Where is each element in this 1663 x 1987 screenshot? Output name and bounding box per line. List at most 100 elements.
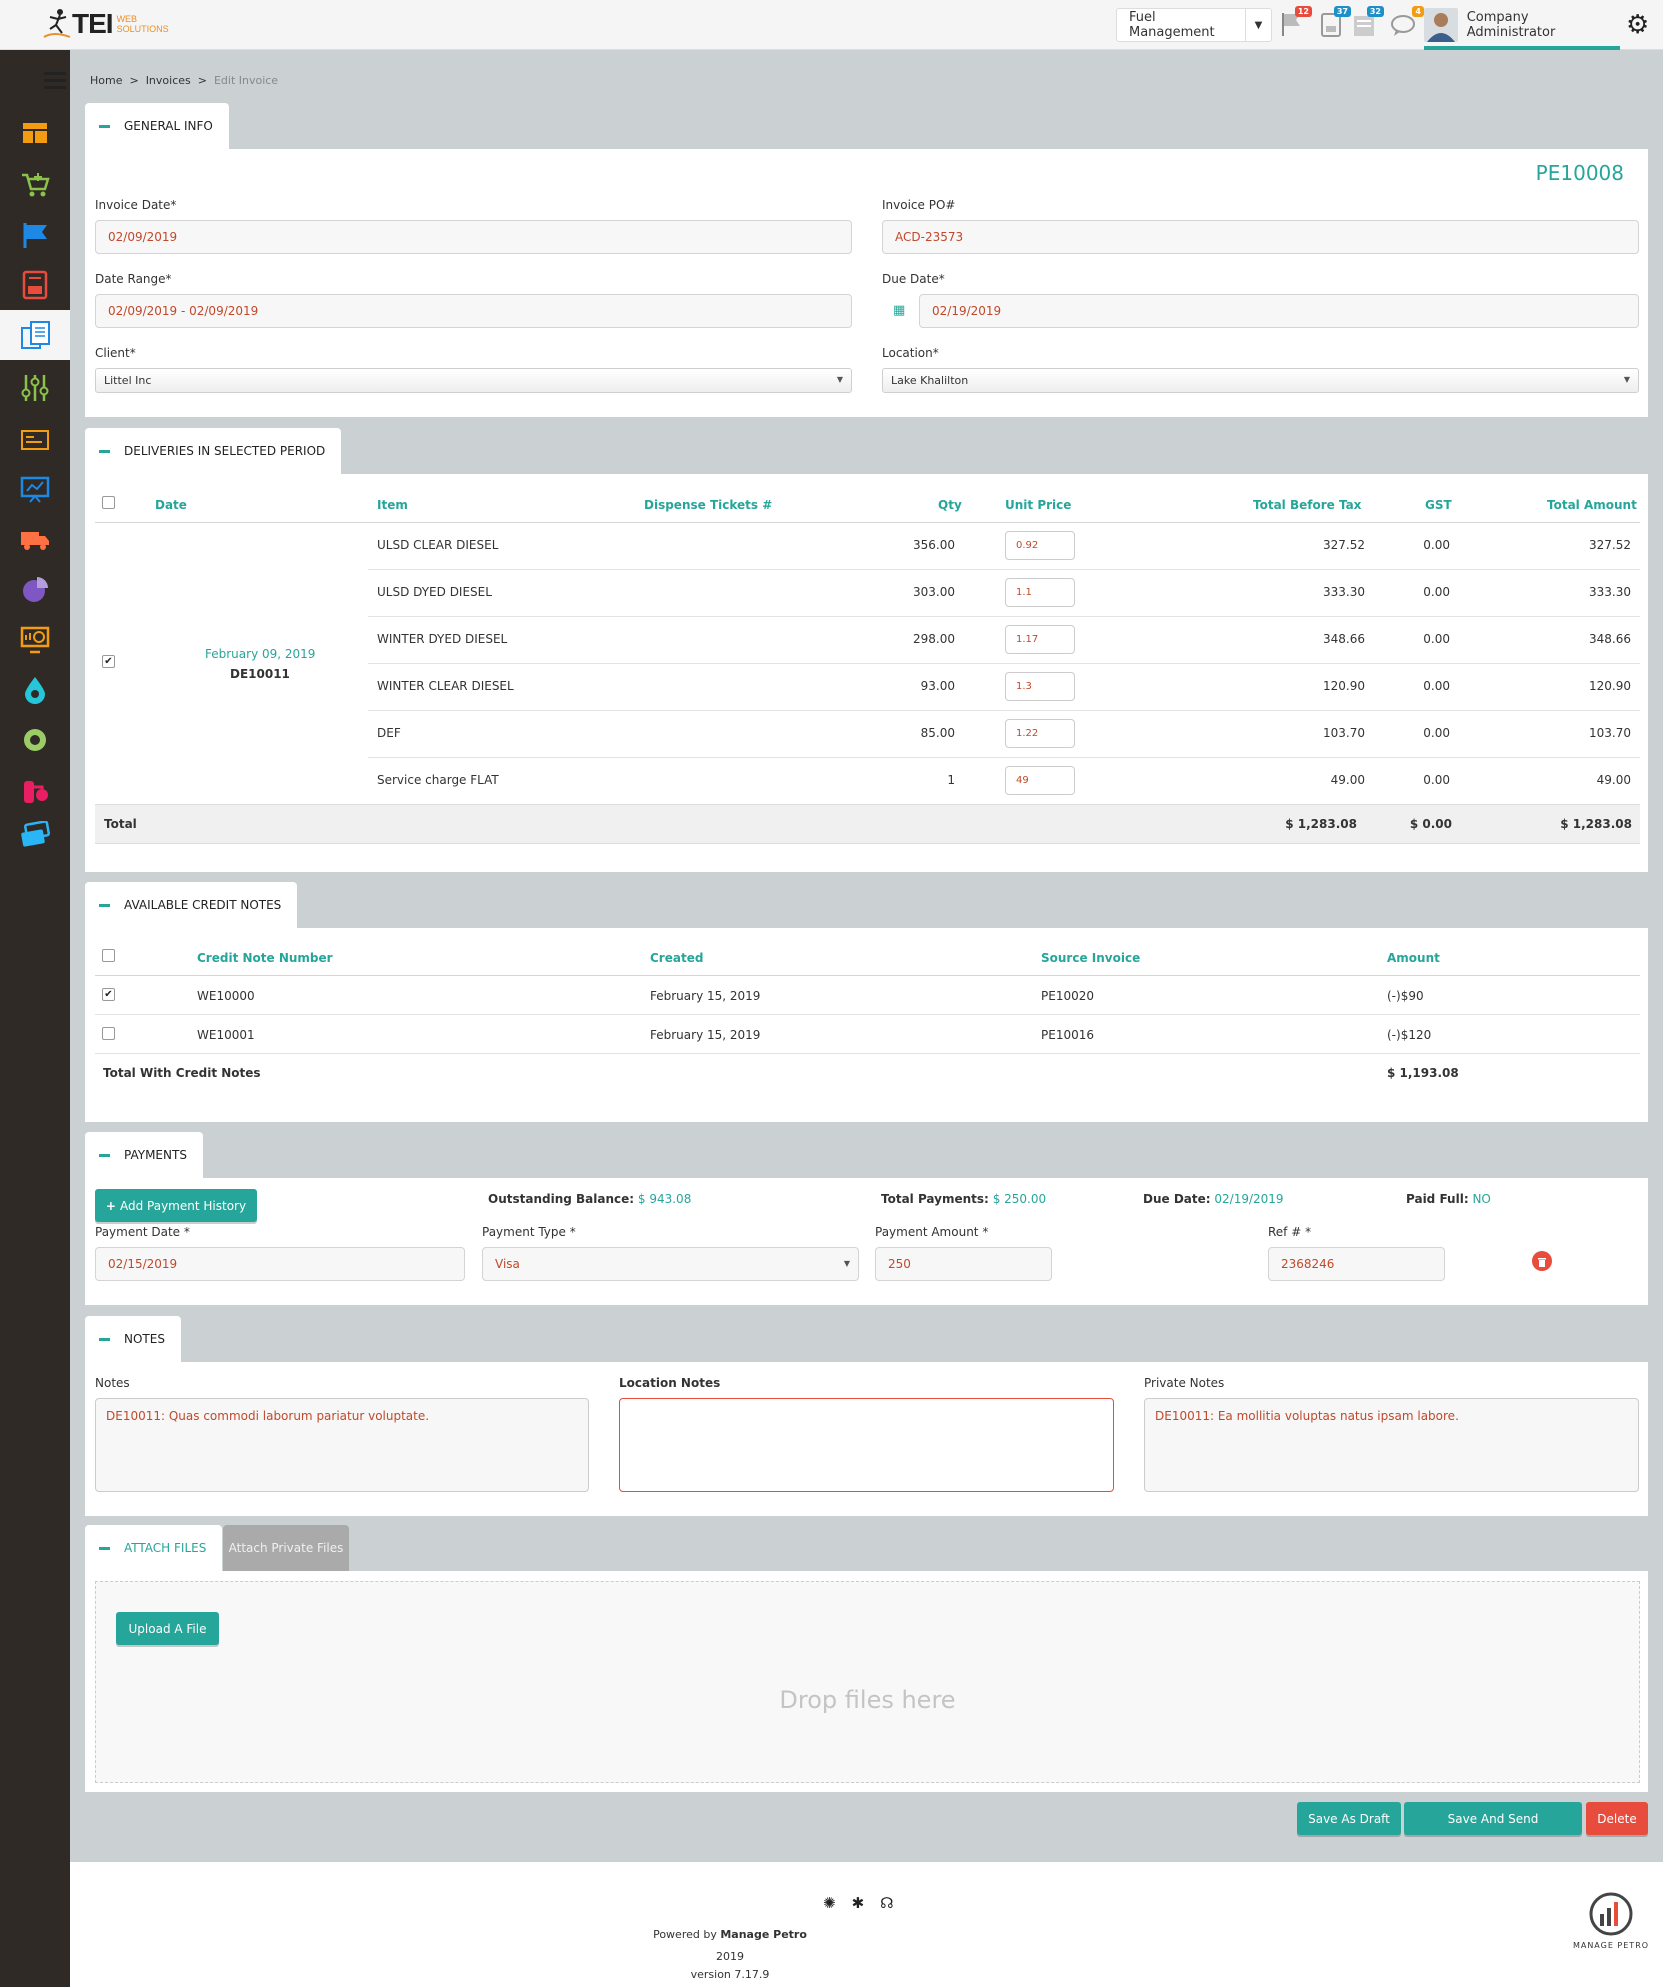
date-range-field[interactable]: 02/09/2019 - 02/09/2019: [95, 294, 852, 328]
unit-price-input[interactable]: 1.3: [1005, 672, 1075, 701]
delete-button[interactable]: Delete: [1586, 1802, 1648, 1835]
sidebar-item-presentation[interactable]: [0, 465, 70, 515]
menu-toggle-icon[interactable]: [44, 72, 66, 93]
collapse-icon[interactable]: [99, 1337, 110, 1341]
col-date[interactable]: Date: [155, 498, 187, 512]
col-unit-price[interactable]: Unit Price: [1005, 498, 1071, 512]
upload-file-button[interactable]: Upload A File: [116, 1612, 219, 1645]
item-name: DEF: [377, 726, 401, 740]
sidebar-item-reports[interactable]: [0, 260, 70, 310]
sidebar-item-payments[interactable]: [0, 810, 70, 860]
tab-credit-notes[interactable]: AVAILABLE CREDIT NOTES: [85, 882, 298, 928]
collapse-icon[interactable]: [99, 1153, 110, 1157]
credit-number[interactable]: WE10001: [197, 1028, 255, 1042]
credit-checkbox[interactable]: [102, 1027, 115, 1040]
invoice-date-field[interactable]: 02/09/2019: [95, 220, 852, 254]
col-item[interactable]: Item: [377, 498, 408, 512]
collapse-icon[interactable]: [99, 124, 110, 128]
col-tickets[interactable]: Dispense Tickets #: [644, 498, 772, 512]
collapse-icon[interactable]: [99, 1546, 110, 1550]
col-gst[interactable]: GST: [1425, 498, 1452, 512]
col-qty[interactable]: Qty: [938, 498, 962, 512]
chat-notification-icon[interactable]: 4: [1390, 6, 1424, 40]
logo-text: TEI: [72, 8, 114, 39]
select-all-checkbox[interactable]: [102, 496, 115, 509]
sidebar-item-config[interactable]: [0, 715, 70, 765]
notes-textarea[interactable]: DE10011: Quas commodi laborum pariatur v…: [95, 1398, 589, 1492]
sidebar-item-cheques[interactable]: [0, 415, 70, 465]
footer-brand[interactable]: Manage Petro: [720, 1928, 807, 1941]
credit-created: February 15, 2019: [650, 1028, 761, 1042]
brand-logo[interactable]: TEI WEB SOLUTIONS: [42, 6, 181, 42]
deliveries-panel: Date Item Dispense Tickets # Qty Unit Pr…: [85, 474, 1648, 872]
location-notes-textarea[interactable]: [619, 1398, 1114, 1492]
delivery-row: Service charge FLAT 1 49 49.00 0.00 49.00: [85, 758, 1648, 805]
tank-icon: [24, 781, 48, 803]
unit-price-input[interactable]: 1.22: [1005, 719, 1075, 748]
tab-attach-private-files[interactable]: Attach Private Files: [223, 1525, 349, 1571]
calendar-icon[interactable]: ▦: [893, 303, 905, 318]
invoice-notification-icon[interactable]: 32: [1350, 6, 1384, 40]
due-date-field[interactable]: 02/19/2019: [919, 294, 1639, 328]
save-send-button[interactable]: Save And Send: [1404, 1802, 1582, 1835]
bug-icon[interactable]: ✱: [852, 1894, 865, 1912]
sidebar-item-delivery[interactable]: [0, 515, 70, 565]
payment-amount-field[interactable]: 250: [875, 1247, 1052, 1281]
tab-payments[interactable]: PAYMENTS: [85, 1132, 203, 1178]
sidebar-item-tanks[interactable]: [0, 765, 70, 815]
col-amount[interactable]: Amount: [1387, 951, 1440, 965]
sidebar-item-settings[interactable]: [0, 363, 70, 413]
add-payment-button[interactable]: + Add Payment History: [95, 1189, 257, 1222]
user-menu[interactable]: Company Administrator: [1424, 4, 1620, 50]
headset-icon[interactable]: ☊: [880, 1894, 893, 1912]
unit-price-input[interactable]: 0.92: [1005, 531, 1075, 560]
tab-attach-files[interactable]: ATTACH FILES: [85, 1525, 223, 1571]
col-total-amount[interactable]: Total Amount: [1547, 498, 1637, 512]
printer-notification-icon[interactable]: 37: [1317, 6, 1351, 40]
ref-field[interactable]: 2368246: [1268, 1247, 1445, 1281]
sidebar-item-flags[interactable]: [0, 210, 70, 260]
payment-type-select[interactable]: Visa ▼: [482, 1247, 859, 1281]
sidebar-item-monitor[interactable]: [0, 615, 70, 665]
sidebar-item-fuel[interactable]: [0, 665, 70, 715]
caret-down-icon: ▼: [843, 1259, 850, 1268]
sidebar-item-invoices[interactable]: [0, 310, 70, 360]
breadcrumb-invoices[interactable]: Invoices: [146, 74, 191, 87]
collapse-icon[interactable]: [99, 449, 110, 453]
sidebar-item-analytics[interactable]: [0, 565, 70, 615]
sidebar-item-dashboard[interactable]: [0, 108, 70, 158]
collapse-icon[interactable]: [99, 903, 110, 907]
col-source-invoice[interactable]: Source Invoice: [1041, 951, 1140, 965]
lightbulb-icon[interactable]: ✺: [823, 1894, 836, 1912]
sidebar-item-orders[interactable]: [0, 160, 70, 210]
gear-icon[interactable]: ⚙: [1626, 12, 1649, 38]
col-credit-number[interactable]: Credit Note Number: [197, 951, 333, 965]
delete-payment-button[interactable]: [1532, 1251, 1552, 1271]
unit-price-input[interactable]: 1.1: [1005, 578, 1075, 607]
tab-deliveries[interactable]: DELIVERIES IN SELECTED PERIOD: [85, 428, 342, 474]
module-label: Fuel Management: [1129, 10, 1215, 40]
col-created[interactable]: Created: [650, 951, 703, 965]
logo-subtitle: WEB SOLUTIONS: [116, 14, 169, 34]
unit-price-input[interactable]: 1.17: [1005, 625, 1075, 654]
unit-price-input[interactable]: 49: [1005, 766, 1075, 795]
breadcrumb-current: Edit Invoice: [213, 74, 279, 87]
location-select[interactable]: Lake Khalilton ▼: [882, 368, 1639, 393]
save-draft-button[interactable]: Save As Draft: [1297, 1802, 1401, 1835]
tab-general-info[interactable]: GENERAL INFO: [85, 103, 229, 149]
module-dropdown[interactable]: Fuel Management ▼: [1116, 8, 1272, 42]
breadcrumb-home[interactable]: Home: [90, 74, 122, 87]
drop-zone[interactable]: Upload A File Drop files here: [95, 1581, 1640, 1783]
flag-notification-icon[interactable]: 12: [1278, 6, 1312, 40]
col-before-tax[interactable]: Total Before Tax: [1253, 498, 1361, 512]
paid-full: Paid Full: NO: [1406, 1192, 1491, 1206]
credit-checkbox[interactable]: ✔: [102, 988, 115, 1001]
credit-number[interactable]: WE10000: [197, 989, 255, 1003]
select-all-credit-checkbox[interactable]: [102, 949, 115, 962]
item-before-tax: 348.66: [1323, 632, 1365, 646]
payment-date-field[interactable]: 02/15/2019: [95, 1247, 465, 1281]
private-notes-textarea[interactable]: DE10011: Ea mollitia voluptas natus ipsa…: [1144, 1398, 1639, 1492]
invoice-po-field[interactable]: ACD-23573: [882, 220, 1639, 254]
client-select[interactable]: Littel Inc ▼: [95, 368, 852, 393]
tab-notes[interactable]: NOTES: [85, 1316, 181, 1362]
